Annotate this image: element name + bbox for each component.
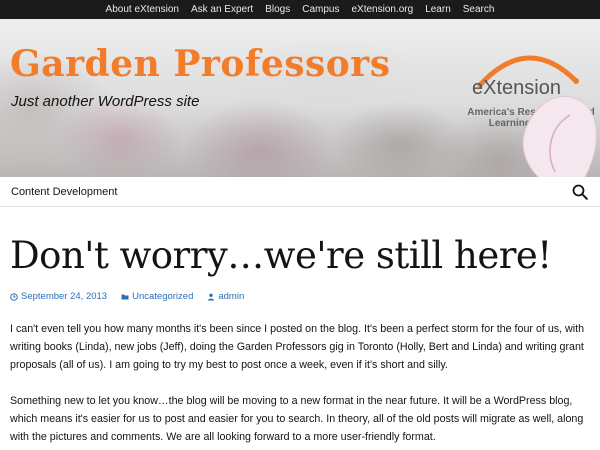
site-header: Garden Professors Just another WordPress… — [0, 19, 600, 177]
post-category: Uncategorized — [132, 291, 194, 302]
post-date: September 24, 2013 — [21, 291, 108, 302]
search-button[interactable] — [570, 182, 590, 202]
topbar-link-ask-an-expert[interactable]: Ask an Expert — [185, 4, 259, 15]
flower-decoration-icon — [522, 95, 597, 177]
site-tagline: Just another WordPress site — [11, 93, 200, 110]
site-title[interactable]: Garden Professors — [10, 43, 391, 85]
post-category-link[interactable]: Uncategorized — [121, 291, 193, 302]
topbar-link-blogs[interactable]: Blogs — [259, 4, 296, 15]
post-author-link[interactable]: admin — [207, 291, 244, 302]
post-author: admin — [218, 291, 245, 302]
nav-item-content-development[interactable]: Content Development — [11, 186, 117, 198]
topbar-link-about[interactable]: About eXtension — [100, 4, 185, 15]
user-icon — [208, 293, 215, 300]
topbar-link-search[interactable]: Search — [457, 4, 501, 15]
main-navigation: Content Development — [0, 177, 600, 207]
post-title[interactable]: Don't worry…we're still here! — [10, 234, 590, 277]
post-paragraph-1: I can't even tell you how many months it… — [10, 323, 585, 371]
folder-icon — [121, 294, 129, 299]
post-meta: September 24, 2013 Uncategorized admin — [10, 291, 590, 302]
topbar-link-extension-org[interactable]: eXtension.org — [345, 4, 419, 15]
post-date-link[interactable]: September 24, 2013 — [10, 291, 107, 302]
post-body: I can't even tell you how many months it… — [10, 320, 590, 446]
post-paragraph-2: Something new to let you know…the blog w… — [10, 395, 584, 443]
main-content: Don't worry…we're still here! September … — [0, 234, 600, 446]
search-icon — [572, 184, 588, 200]
clock-icon — [10, 292, 18, 301]
topbar-link-campus[interactable]: Campus — [296, 4, 345, 15]
top-bar: About eXtension Ask an Expert Blogs Camp… — [0, 0, 600, 19]
topbar-link-learn[interactable]: Learn — [419, 4, 457, 15]
